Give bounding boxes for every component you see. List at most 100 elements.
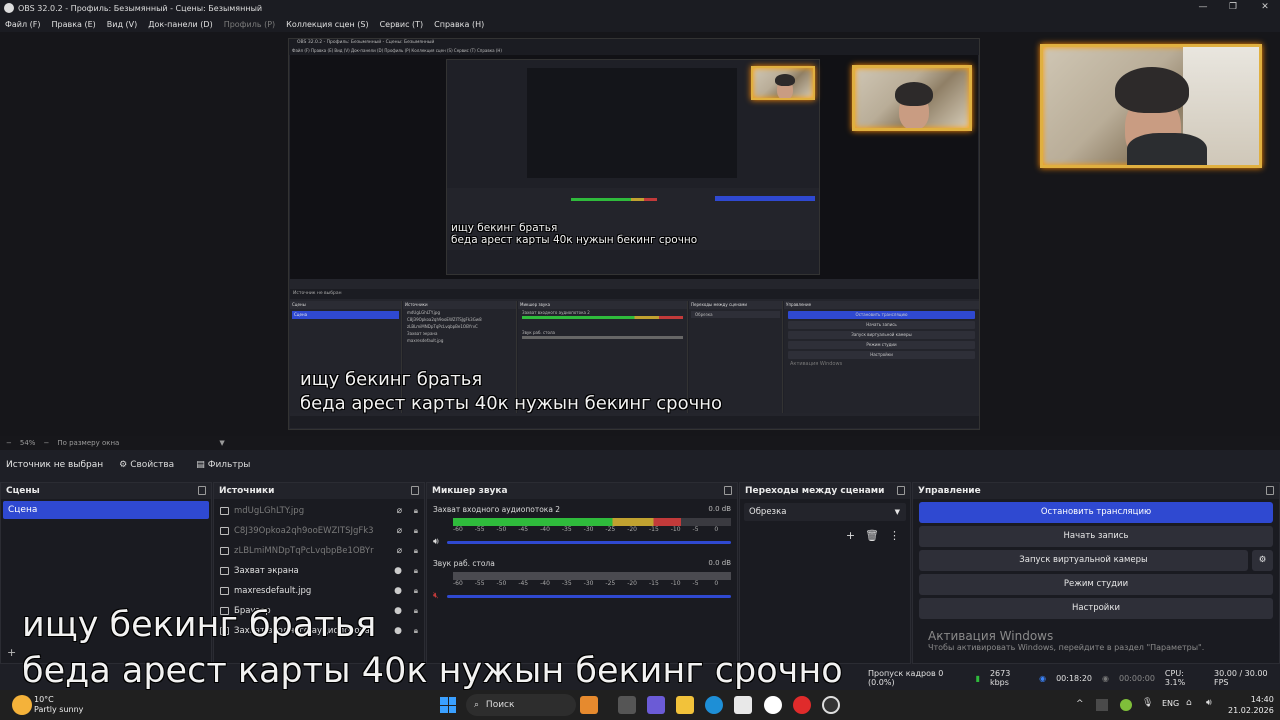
nested-transition-select: Обрезка bbox=[691, 311, 780, 318]
nested-preview: ищу бекинг братья беда арест карты 40к н… bbox=[290, 55, 978, 279]
mic-icon[interactable]: 🎙︎ bbox=[1142, 698, 1153, 708]
tray-chevron-icon[interactable]: ^ bbox=[1076, 699, 1084, 709]
nested-webcam bbox=[751, 66, 815, 100]
virtual-camera-button[interactable]: Запуск виртуальной камеры bbox=[919, 550, 1248, 571]
volume-slider[interactable] bbox=[446, 594, 731, 598]
taskbar-search[interactable]: ⌕ Поиск bbox=[466, 694, 576, 716]
filters-button[interactable]: ▤ Фильтры bbox=[190, 458, 256, 472]
menu-scene-collection[interactable]: Коллекция сцен (S) bbox=[286, 20, 368, 29]
undock-icon[interactable] bbox=[411, 486, 419, 495]
image-icon bbox=[220, 587, 229, 595]
undock-icon[interactable] bbox=[1266, 486, 1274, 495]
store-icon[interactable] bbox=[734, 696, 752, 714]
source-row[interactable]: Захват экрана ● 🔒︎ bbox=[214, 561, 424, 581]
clock[interactable]: 14:40 21.02.2026 bbox=[1228, 694, 1274, 716]
caption-overlay: ищу бекинг братья беда арест карты 40к н… bbox=[22, 602, 843, 694]
plus-icon[interactable]: + bbox=[846, 529, 855, 542]
yandex-browser-icon[interactable] bbox=[764, 696, 782, 714]
windows-icon[interactable] bbox=[440, 697, 456, 713]
teams-icon[interactable] bbox=[647, 696, 665, 714]
undock-icon[interactable] bbox=[198, 486, 206, 495]
eye-hidden-icon[interactable]: ⌀ bbox=[397, 526, 402, 536]
mixer-channel-2: Звук раб. стола 0.0 dB -60 -55 -50 -45 -40 -3… bbox=[427, 547, 737, 601]
nested-source-row: mdUgLGhLTY.jpg bbox=[407, 310, 440, 315]
lock-icon[interactable]: 🔒︎ bbox=[414, 546, 418, 556]
volume-slider[interactable] bbox=[446, 540, 731, 544]
source-row[interactable]: mdUgLGhLTY.jpg ⌀ 🔒︎ bbox=[214, 501, 424, 521]
menu-profile[interactable]: Профиль (P) bbox=[224, 20, 275, 29]
obs-taskbar-icon[interactable] bbox=[822, 696, 840, 714]
network-icon[interactable]: ⌂ bbox=[1186, 698, 1192, 708]
task-view-icon[interactable] bbox=[618, 696, 636, 714]
tray-app-icon[interactable] bbox=[1120, 699, 1132, 711]
source-row[interactable]: zLBLmiMNDpTqPcLvqbpBe1OBYrvC ⌀ 🔒︎ bbox=[214, 541, 424, 561]
obs-logo-icon bbox=[4, 3, 14, 13]
menu-file[interactable]: Файл (F) bbox=[5, 20, 41, 29]
undock-icon[interactable] bbox=[897, 486, 905, 495]
more-icon[interactable]: ⋮ bbox=[889, 529, 900, 542]
explorer-icon[interactable] bbox=[676, 696, 694, 714]
source-row[interactable]: maxresdefault.jpg ● 🔒︎ bbox=[214, 581, 424, 601]
caption-line1: ищу бекинг братья bbox=[22, 605, 377, 645]
menu-view[interactable]: Вид (V) bbox=[107, 20, 137, 29]
close-button[interactable]: ✕ bbox=[1250, 0, 1280, 16]
fps: 30.00 / 30.00 FPS bbox=[1214, 669, 1268, 687]
controls-dock-header: Управление bbox=[913, 483, 1279, 499]
start-record-button[interactable]: Начать запись bbox=[919, 526, 1273, 547]
yandex-icon[interactable] bbox=[793, 696, 811, 714]
eye-hidden-icon[interactable]: ⌀ bbox=[397, 546, 402, 556]
weather-widget[interactable]: 10°C Partly sunny bbox=[34, 695, 83, 715]
lock-icon[interactable]: 🔒︎ bbox=[414, 586, 418, 596]
speaker-icon[interactable]: 🔊︎ bbox=[433, 537, 439, 547]
volume-icon[interactable]: 🔊︎ bbox=[1206, 698, 1212, 708]
minimize-button[interactable]: — bbox=[1188, 0, 1218, 16]
settings-button[interactable]: Настройки bbox=[919, 598, 1273, 619]
plus-icon[interactable]: + bbox=[7, 646, 16, 659]
trash-icon[interactable]: 🗑︎ bbox=[865, 529, 879, 542]
language-indicator[interactable]: ENG bbox=[1162, 699, 1179, 708]
source-row[interactable]: C8J39Opkoa2qh9ooEWZITSJgFk3Gw8 ⌀ 🔒︎ bbox=[214, 521, 424, 541]
edge-icon[interactable] bbox=[705, 696, 723, 714]
zoom-in-icon[interactable]: − bbox=[43, 439, 49, 447]
taskbar: 10°C Partly sunny ⌕ Поиск ^ 🎙︎ ENG ⌂ 🔊︎ … bbox=[0, 690, 1280, 720]
weather-icon[interactable] bbox=[12, 695, 32, 715]
menu-docks[interactable]: Док-панели (D) bbox=[148, 20, 212, 29]
tick-label: -45 bbox=[518, 526, 529, 533]
scene-item[interactable]: Сцена bbox=[3, 501, 209, 519]
tray-app-icon[interactable] bbox=[1096, 699, 1108, 711]
mixer-title: Микшер звука bbox=[432, 486, 508, 496]
nested-sources-title: Источники bbox=[403, 301, 516, 309]
transition-select[interactable]: Обрезка ▼ bbox=[744, 503, 906, 521]
lock-icon[interactable]: 🔒︎ bbox=[414, 506, 418, 516]
speaker-muted-icon[interactable]: 🔇︎ bbox=[433, 591, 439, 601]
menu-tools[interactable]: Сервис (T) bbox=[380, 20, 424, 29]
eye-hidden-icon[interactable]: ⌀ bbox=[397, 506, 402, 516]
source-name: maxresdefault.jpg bbox=[234, 586, 312, 596]
nested-webcam-large bbox=[852, 65, 972, 131]
nested-controls-dock: Управление Остановить трансляцию Начать … bbox=[784, 301, 979, 413]
chevron-down-icon[interactable]: ▼ bbox=[219, 439, 224, 447]
eye-icon[interactable]: ● bbox=[394, 566, 402, 576]
lock-icon[interactable]: 🔒︎ bbox=[414, 566, 418, 576]
widget-icon[interactable] bbox=[580, 696, 598, 714]
transitions-title: Переходы между сценами bbox=[745, 486, 885, 496]
tick-label: -15 bbox=[648, 526, 659, 533]
zoom-out-icon[interactable]: − bbox=[6, 439, 12, 447]
studio-mode-button[interactable]: Режим студии bbox=[919, 574, 1273, 595]
zoom-mode[interactable]: По размеру окна bbox=[57, 439, 119, 447]
undock-icon[interactable] bbox=[724, 486, 732, 495]
menu-help[interactable]: Справка (H) bbox=[434, 20, 484, 29]
activation-watermark: Активация Windows Чтобы активировать Win… bbox=[913, 619, 1279, 652]
gear-icon[interactable]: ⚙ bbox=[1252, 550, 1273, 571]
stop-stream-button[interactable]: Остановить трансляцию bbox=[919, 502, 1273, 523]
source-name: C8J39Opkoa2qh9ooEWZITSJgFk3Gw8 bbox=[234, 526, 374, 536]
tick-label: -55 bbox=[474, 526, 485, 533]
properties-button[interactable]: ⚙ Свойства bbox=[113, 458, 180, 472]
lock-icon[interactable]: 🔒︎ bbox=[414, 526, 418, 536]
maximize-button[interactable]: ❐ bbox=[1218, 0, 1248, 16]
webcam-source[interactable] bbox=[1040, 44, 1262, 168]
menu-edit[interactable]: Правка (E) bbox=[52, 20, 96, 29]
eye-icon[interactable]: ● bbox=[394, 586, 402, 596]
nested-meter-2 bbox=[522, 336, 683, 339]
audio-meter bbox=[453, 518, 731, 526]
